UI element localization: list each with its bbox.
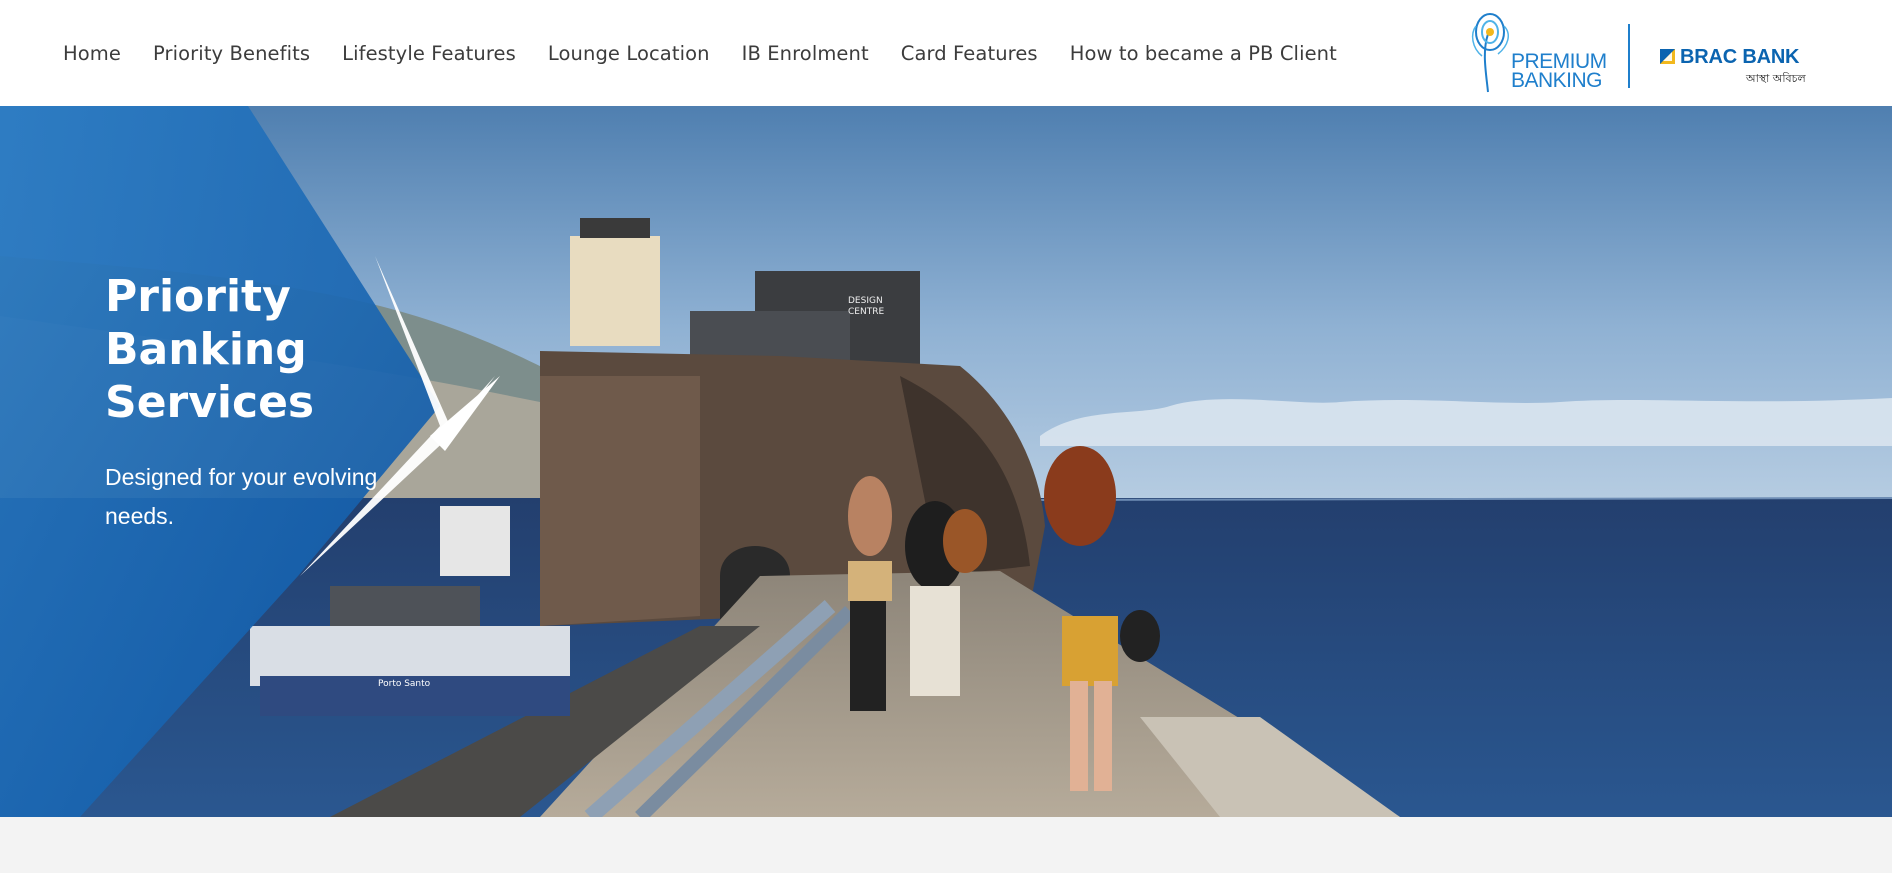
hero-subtitle: Designed for your evolving needs. [105, 458, 405, 536]
brac-bank-logo[interactable]: BRAC BANK আস্থা অবিচল [1660, 46, 1810, 92]
hero-title-line1: Priority [105, 271, 291, 322]
building-sign-line2: CENTRE [848, 307, 885, 317]
brac-bank-wordmark: BRAC BANK [1680, 46, 1800, 68]
premium-banking-logo[interactable]: PREMIUM BANKING [1468, 12, 1618, 94]
logo-divider [1628, 24, 1630, 88]
page-content-area [0, 817, 1892, 873]
main-navigation: Home Priority Benefits Lifestyle Feature… [47, 0, 1353, 106]
hero-title-line2: Banking [105, 324, 307, 375]
nav-ib-enrolment[interactable]: IB Enrolment [742, 42, 869, 65]
logo-group: PREMIUM BANKING BRAC BANK আস্থা অবিচল [1468, 10, 1808, 96]
hero-subtitle-line2: needs. [105, 503, 175, 529]
building-sign-line1: DESIGN [848, 296, 883, 306]
building-sign: DESIGN CENTRE [848, 296, 884, 318]
hero-subtitle-line1: Designed for your evolving [105, 464, 378, 490]
site-header: Home Priority Benefits Lifestyle Feature… [0, 0, 1892, 106]
brac-tagline: আস্থা অবিচল [1746, 72, 1806, 85]
premium-banking-wordmark: PREMIUM BANKING [1511, 51, 1607, 92]
brac-kite-icon [1660, 49, 1675, 64]
hero-banner: Priority Banking Services Designed for y… [0, 106, 1892, 817]
premium-banking-line2: BANKING [1511, 69, 1603, 92]
nav-card-features[interactable]: Card Features [901, 42, 1038, 65]
hero-title: Priority Banking Services [105, 270, 405, 429]
hero-title-line3: Services [105, 377, 315, 428]
nav-home[interactable]: Home [63, 42, 121, 65]
nav-lounge-location[interactable]: Lounge Location [548, 42, 710, 65]
nav-priority-benefits[interactable]: Priority Benefits [153, 42, 310, 65]
nav-become-pb-client[interactable]: How to became a PB Client [1070, 42, 1337, 65]
ferry-sign: Porto Santo [378, 679, 431, 689]
nav-lifestyle-features[interactable]: Lifestyle Features [342, 42, 516, 65]
